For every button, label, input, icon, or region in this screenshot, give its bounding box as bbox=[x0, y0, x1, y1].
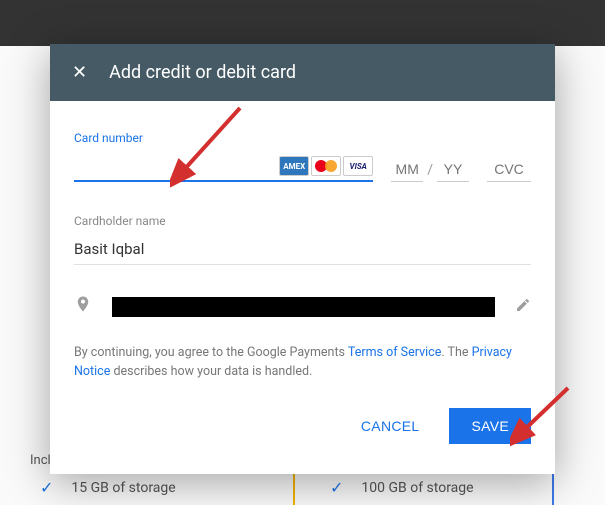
modal-title: Add credit or debit card bbox=[109, 62, 296, 83]
plan-left-text: 15 GB of storage bbox=[71, 480, 175, 496]
plan-row-left: ✓ 15 GB of storage bbox=[40, 478, 176, 497]
legal-text: By continuing, you agree to the Google P… bbox=[74, 344, 531, 382]
modal-header: ✕ Add credit or debit card bbox=[50, 44, 555, 101]
amex-icon: AMEX bbox=[279, 156, 309, 176]
cardholder-label: Cardholder name bbox=[74, 214, 531, 228]
card-number-field: Card number AMEX VISA bbox=[74, 131, 373, 182]
plan-right-text: 100 GB of storage bbox=[361, 480, 473, 496]
cardholder-field: Cardholder name Basit Iqbal bbox=[74, 214, 531, 265]
tos-link[interactable]: Terms of Service bbox=[348, 345, 441, 360]
save-button[interactable]: SAVE bbox=[449, 408, 531, 444]
app-top-bar bbox=[0, 0, 605, 46]
cardholder-input[interactable]: Basit Iqbal bbox=[74, 234, 531, 265]
cancel-button[interactable]: CANCEL bbox=[339, 408, 442, 444]
visa-icon: VISA bbox=[343, 156, 373, 176]
plan-divider bbox=[293, 470, 295, 505]
expiry-month-input[interactable] bbox=[391, 157, 423, 182]
plan-row-right: ✓ 100 GB of storage bbox=[330, 478, 474, 497]
plan-divider-right bbox=[552, 470, 554, 505]
mastercard-icon bbox=[311, 156, 341, 176]
card-brand-icons: AMEX VISA bbox=[279, 156, 373, 176]
add-card-modal: ✕ Add credit or debit card Card number A… bbox=[50, 44, 555, 474]
close-icon[interactable]: ✕ bbox=[72, 64, 87, 82]
expiry-slash: / bbox=[427, 162, 433, 182]
location-pin-icon bbox=[74, 293, 92, 320]
expiry-field: / bbox=[391, 157, 469, 182]
modal-body: Card number AMEX VISA / Cardholder name … bbox=[50, 101, 555, 474]
billing-address-row bbox=[74, 293, 531, 320]
edit-icon[interactable] bbox=[515, 297, 531, 317]
cvc-input[interactable] bbox=[487, 157, 531, 182]
check-icon: ✓ bbox=[40, 478, 53, 497]
modal-actions: CANCEL SAVE bbox=[74, 408, 531, 456]
check-icon: ✓ bbox=[330, 478, 343, 497]
included-label: Incl bbox=[30, 453, 51, 468]
card-number-label: Card number bbox=[74, 131, 373, 145]
card-number-row: Card number AMEX VISA / bbox=[74, 131, 531, 182]
expiry-year-input[interactable] bbox=[437, 157, 469, 182]
billing-address-value[interactable] bbox=[112, 297, 495, 317]
